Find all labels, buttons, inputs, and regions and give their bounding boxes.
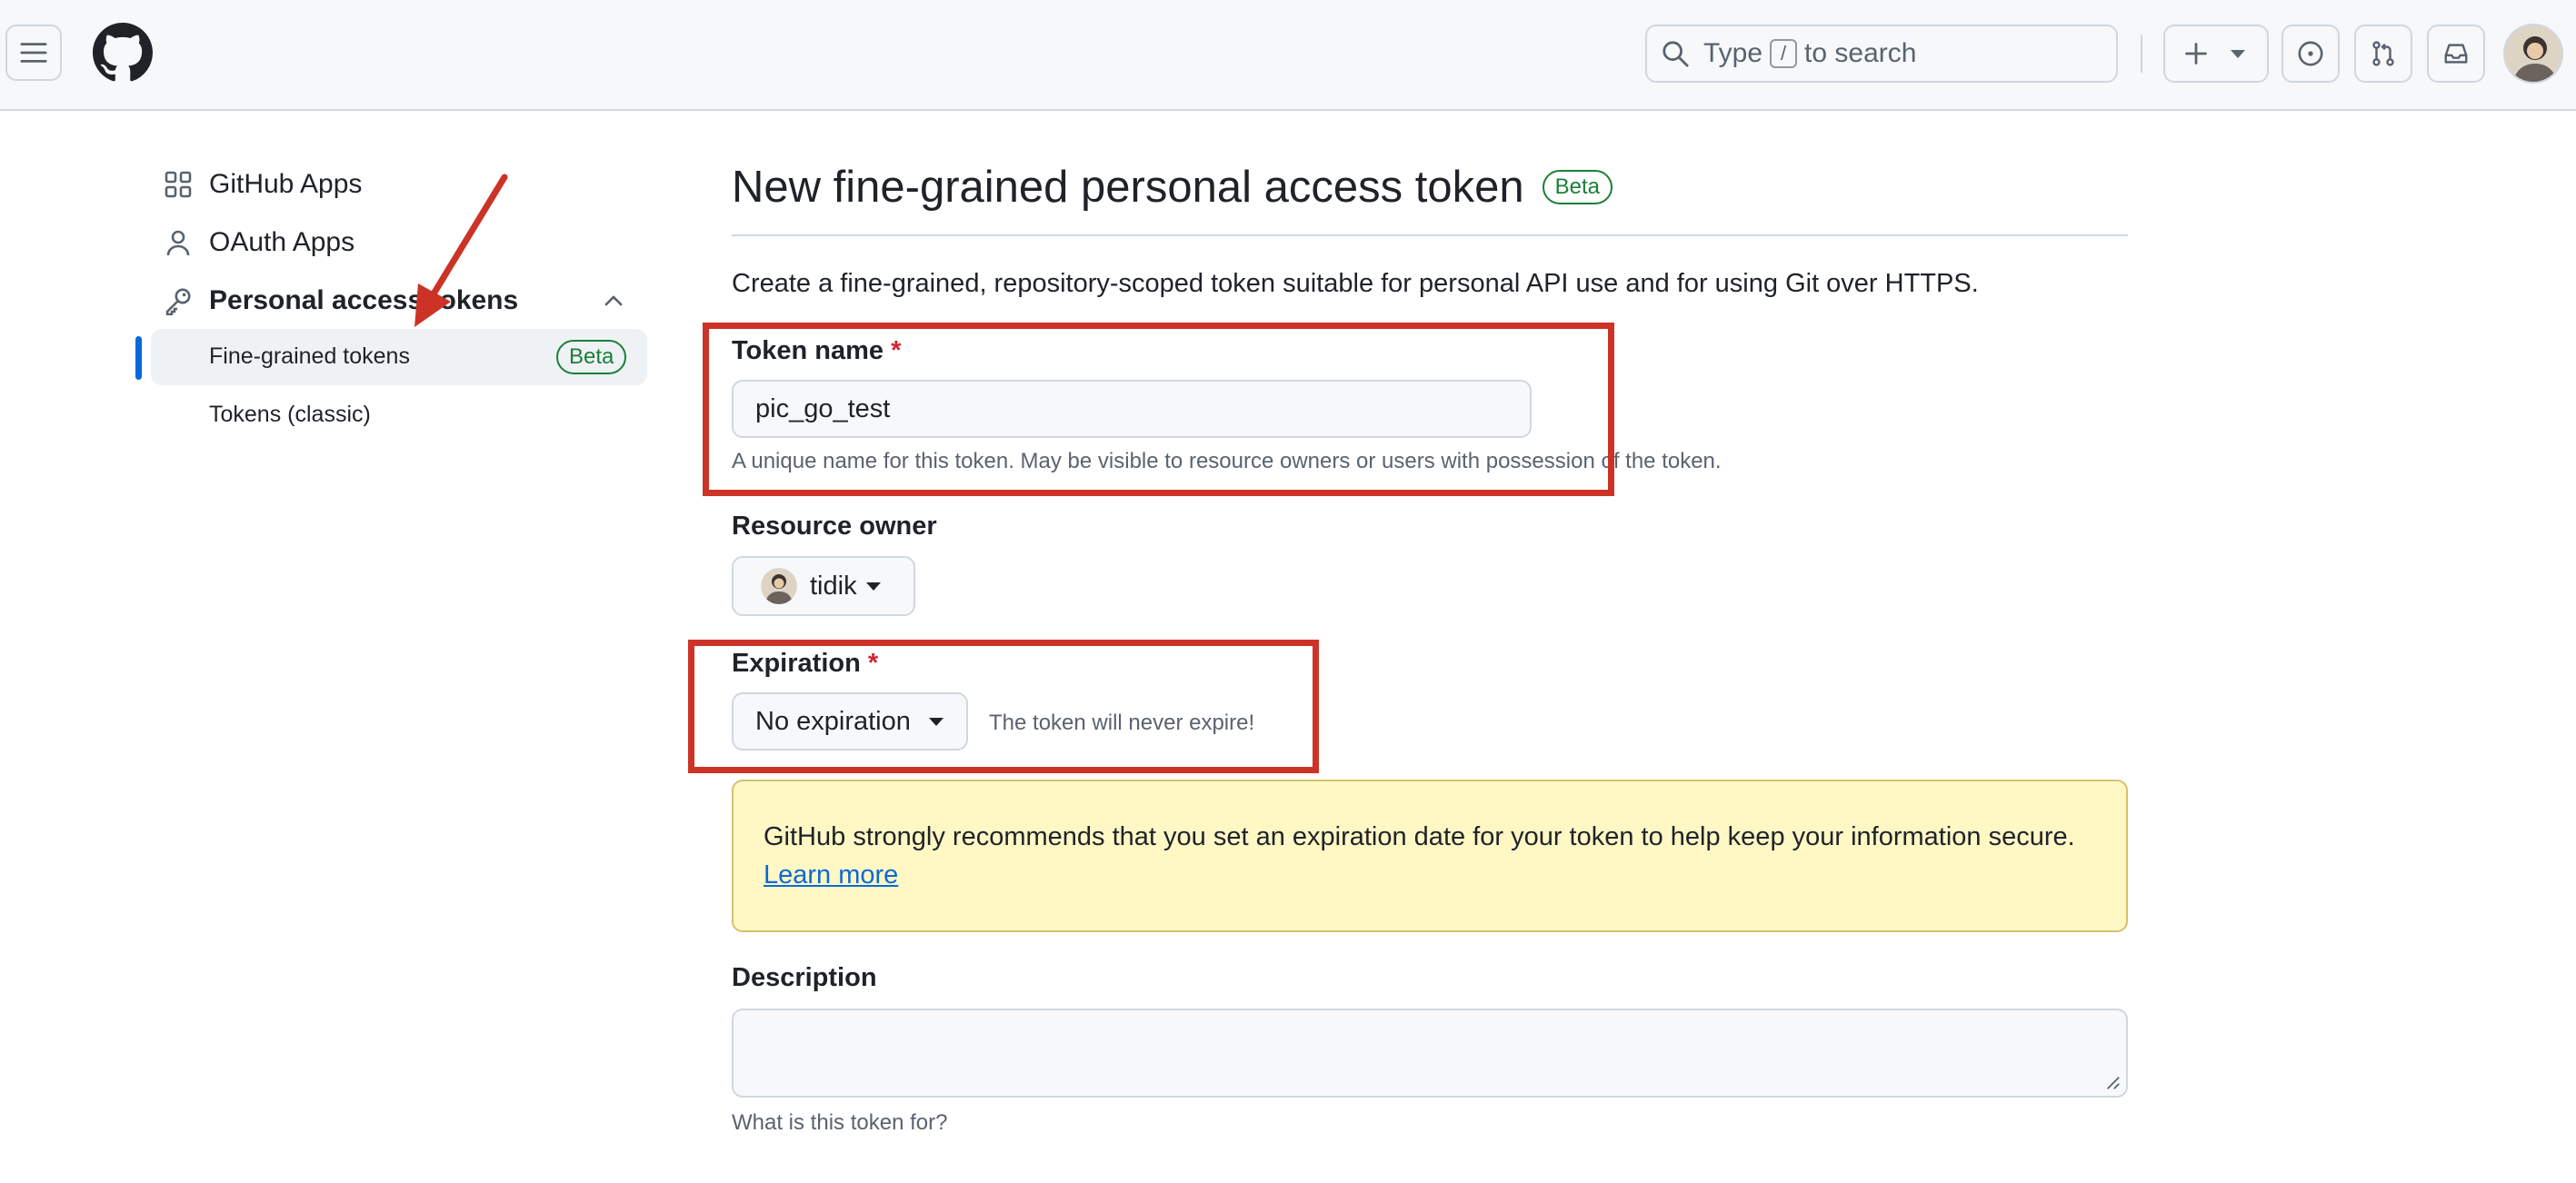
avatar-portrait-icon	[2505, 25, 2561, 82]
resize-handle-icon[interactable]	[2104, 1074, 2121, 1090]
resource-owner-label: Resource owner	[732, 512, 937, 541]
issue-opened-icon	[2298, 41, 2323, 66]
description-label: Description	[732, 963, 877, 992]
description-hint: What is this token for?	[732, 1110, 948, 1135]
github-octocat-icon	[93, 23, 153, 82]
sidebar-subitem-label: Fine-grained tokens	[209, 343, 410, 369]
expiration-warning: GitHub strongly recommends that you set …	[732, 780, 2128, 932]
pull-requests-button[interactable]	[2354, 25, 2412, 83]
annotation-box-token-name	[703, 323, 1614, 496]
owner-avatar-icon	[761, 568, 797, 604]
page-title-text: New fine-grained personal access token	[732, 163, 1524, 212]
top-header: Type / to search	[0, 0, 2576, 111]
search-shortcut-key: /	[1770, 39, 1798, 68]
person-icon	[166, 230, 190, 256]
warning-text: GitHub strongly recommends that you set …	[764, 822, 2075, 851]
issues-button[interactable]	[2281, 25, 2340, 83]
github-logo[interactable]	[93, 23, 153, 83]
annotation-box-expiration	[688, 640, 1319, 773]
menu-button[interactable]	[5, 25, 62, 81]
learn-more-link[interactable]: Learn more	[764, 860, 898, 890]
search-prefix: Type	[1703, 38, 1763, 68]
caret-down-icon	[865, 582, 881, 591]
description-textarea[interactable]	[732, 1009, 2128, 1098]
hamburger-icon	[20, 43, 47, 63]
title-divider	[732, 234, 2128, 236]
resource-owner-select[interactable]: tidik	[732, 556, 915, 616]
sidebar-subitem-tokens-classic[interactable]: Tokens (classic)	[151, 387, 647, 443]
caret-down-icon	[2231, 49, 2245, 58]
chevron-up-icon[interactable]	[602, 289, 625, 313]
apps-icon	[165, 171, 192, 198]
sidebar-item-label: OAuth Apps	[209, 227, 355, 257]
user-avatar[interactable]	[2503, 24, 2563, 84]
search-input[interactable]: Type / to search	[1645, 25, 2118, 83]
header-divider	[2141, 35, 2142, 73]
sidebar-item-label: GitHub Apps	[209, 169, 363, 199]
selected-indicator	[135, 336, 142, 380]
plus-icon	[2185, 43, 2207, 65]
search-suffix: to search	[1804, 38, 1917, 68]
page-title: New fine-grained personal access token B…	[732, 162, 1612, 213]
search-icon	[1662, 41, 1689, 67]
resource-owner-value: tidik	[810, 571, 857, 601]
inbox-button[interactable]	[2427, 25, 2485, 83]
beta-badge: Beta	[1542, 170, 1612, 204]
intro-text: Create a fine-grained, repository-scoped…	[732, 269, 1979, 298]
inbox-icon	[2444, 44, 2468, 64]
sidebar-subitem-label: Tokens (classic)	[209, 402, 371, 427]
key-icon	[165, 288, 191, 315]
git-pull-request-icon	[2372, 41, 2394, 66]
create-new-button[interactable]	[2163, 25, 2269, 83]
beta-badge: Beta	[556, 340, 627, 374]
annotation-arrow	[414, 174, 508, 327]
